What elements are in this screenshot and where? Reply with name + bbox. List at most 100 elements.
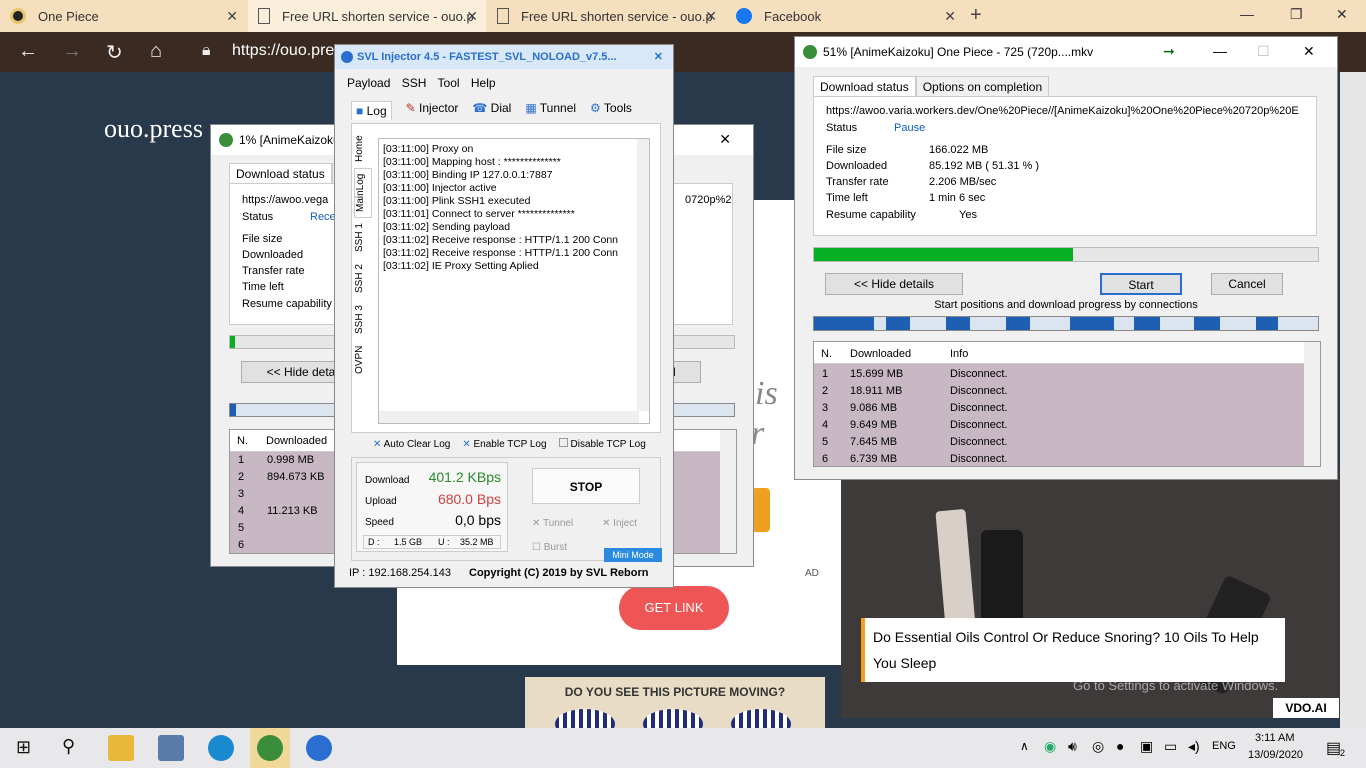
disable-tcp-checkbox[interactable]: Disable TCP Log [558, 438, 646, 450]
close-tab-icon[interactable]: ✕ [466, 8, 478, 25]
maximize-button[interactable]: ☐ [1257, 43, 1270, 60]
network-icon[interactable]: ◉ [1044, 738, 1056, 755]
vtab-ssh-1[interactable]: SSH 1 [354, 218, 372, 258]
tab-download-status[interactable]: Download status [229, 163, 332, 184]
ad-brand: VDO.AI [1273, 698, 1339, 718]
tab-options-on-completion[interactable]: Options on completion [915, 76, 1050, 97]
svl-taskbar-icon[interactable] [306, 735, 332, 761]
windows-start-icon[interactable]: ⊞ [16, 737, 31, 758]
idm-taskbar-icon[interactable] [257, 735, 283, 761]
cell-n: 4 [238, 505, 245, 517]
svl-log-panel: Home MainLog SSH 1 SSH 2 SSH 3 OVPN [03:11:00… [351, 123, 661, 433]
table-row[interactable]: 4 9.649 MB Disconnect. [814, 417, 1320, 434]
log-box[interactable]: [03:11:00] Proxy on [03:11:00] Mapping ho… [378, 138, 650, 424]
table-row[interactable]: 6 6.739 MB Disconnect. [814, 451, 1320, 466]
vtab-ssh-3[interactable]: SSH 3 [354, 300, 372, 340]
log-vscroll[interactable] [637, 139, 649, 411]
language-indicator[interactable]: ENG [1212, 740, 1236, 752]
file-explorer-icon[interactable] [108, 735, 134, 761]
display-icon[interactable]: ▭ [1164, 738, 1177, 755]
clock-date[interactable]: 13/09/2020 [1248, 749, 1303, 761]
tunnel-checkbox[interactable]: ✕ Tunnel [532, 518, 573, 529]
ad-label: AD [805, 568, 819, 579]
tab-one-piece[interactable]: One Piece ✕ [0, 0, 246, 32]
edge-icon[interactable] [208, 735, 234, 761]
tab-download-status[interactable]: Download status [813, 76, 916, 97]
table-row[interactable]: 2 18.911 MB Disconnect. [814, 383, 1320, 400]
clipboard-icon[interactable]: ▣ [1140, 738, 1153, 755]
tab-tools[interactable]: ⚙ Tools [590, 101, 632, 120]
stop-button[interactable]: STOP [532, 468, 640, 504]
hide-details-button[interactable]: << Hide details [825, 273, 963, 295]
vpn-icon[interactable]: ◎ [1092, 738, 1104, 755]
tab-dial[interactable]: ☎ Dial [472, 101, 511, 120]
forward-icon[interactable]: → [62, 40, 82, 63]
mini-mode-button[interactable]: Mini Mode [604, 548, 662, 562]
computer-icon[interactable] [158, 735, 184, 761]
close-button[interactable]: ✕ [1303, 43, 1315, 60]
menu-payload[interactable]: Payload [347, 76, 390, 90]
picture-question-ad[interactable]: DO YOU SEE THIS PICTURE MOVING? [525, 677, 825, 739]
speed-label: Speed [365, 517, 394, 528]
tab-injector[interactable]: ✎ Injector [406, 101, 459, 120]
tab-tunnel[interactable]: ▦ Tunnel [525, 101, 576, 120]
close-button[interactable]: ✕ [654, 45, 663, 69]
start-button[interactable]: Start [1100, 273, 1182, 295]
window-close-button[interactable]: ✕ [1336, 6, 1348, 23]
table-row[interactable]: 1 15.699 MB Disconnect. [814, 366, 1320, 383]
vtab-ssh-2[interactable]: SSH 2 [354, 258, 372, 300]
idm-main-titlebar[interactable]: 51% [AnimeKaizoku] One Piece - 725 (720p… [795, 37, 1337, 67]
url-field[interactable]: https://ouo.pre [232, 42, 334, 60]
svl-titlebar[interactable]: SVL Injector 4.5 - FASTEST_SVL_NOLOAD_v7… [335, 45, 673, 69]
svl-stats-panel: Download 401.2 KBps Upload 680.0 Bps Spe… [351, 457, 662, 562]
tab-log[interactable]: ■ Log [351, 101, 392, 120]
refresh-icon[interactable]: ↻ [106, 40, 123, 65]
search-icon[interactable]: ⚲ [62, 736, 75, 757]
enable-tcp-checkbox[interactable]: ✕ Enable TCP Log [462, 439, 546, 450]
file-size-label: File size [242, 233, 283, 245]
ad-button-fragment[interactable] [752, 488, 770, 532]
menu-ssh[interactable]: SSH [402, 76, 427, 90]
vtab-ovpn[interactable]: OVPN [354, 340, 372, 380]
vtab-mainlog[interactable]: MainLog [354, 168, 372, 218]
new-tab-button[interactable]: + [970, 4, 982, 27]
table-row[interactable]: 5 7.645 MB Disconnect. [814, 434, 1320, 451]
close-icon[interactable]: ✕ [719, 131, 731, 148]
menu-help[interactable]: Help [471, 76, 496, 90]
volume-icon[interactable]: 🔊︎ [1068, 738, 1077, 755]
menu-tool[interactable]: Tool [438, 76, 460, 90]
window-minimize-button[interactable]: — [1240, 6, 1254, 22]
inject-checkbox[interactable]: ✕ Inject [602, 518, 637, 529]
table-row[interactable]: 3 9.086 MB Disconnect. [814, 400, 1320, 417]
close-tab-icon[interactable]: ✕ [705, 8, 717, 25]
tab-facebook[interactable]: Facebook ✕ [726, 0, 964, 32]
cancel-button[interactable]: Cancel [1211, 273, 1283, 295]
upload-label: Upload [365, 496, 397, 507]
burst-checkbox[interactable]: ☐ Burst [532, 542, 567, 553]
app-tray-icon[interactable]: ● [1116, 738, 1124, 754]
window-restore-button[interactable]: ❐ [1290, 6, 1303, 23]
home-icon[interactable]: ⌂ [150, 40, 162, 63]
get-link-button[interactable]: GET LINK [619, 586, 729, 630]
table-scrollbar[interactable] [1304, 342, 1320, 466]
table-scrollbar[interactable] [720, 430, 736, 553]
auto-clear-checkbox[interactable]: ✕ Auto Clear Log [373, 439, 450, 450]
close-tab-icon[interactable]: ✕ [226, 8, 238, 25]
notification-icon[interactable]: ▤ [1326, 738, 1341, 758]
log-hscroll[interactable] [379, 411, 639, 423]
speaker-icon[interactable]: ◂) [1188, 738, 1200, 755]
svl-app-icon [341, 51, 353, 63]
ad-image[interactable]: Do Essential Oils Control Or Reduce Snor… [841, 470, 1340, 718]
close-tab-icon[interactable]: ✕ [944, 8, 956, 25]
site-logo[interactable]: ouo.press [104, 114, 203, 144]
clock-time[interactable]: 3:11 AM [1255, 732, 1295, 744]
vtab-home[interactable]: Home [354, 130, 372, 168]
minimize-button[interactable]: — [1213, 43, 1227, 59]
chevron-up-icon[interactable]: ∧ [1020, 739, 1029, 753]
page-scrollbar[interactable] [1340, 72, 1366, 728]
cell-downloaded: 894.673 KB [267, 471, 325, 483]
download-label: Download [365, 475, 410, 486]
back-icon[interactable]: ← [18, 40, 38, 63]
tab-ouo-1[interactable]: Free URL shorten service - ouo.p ✕ [248, 0, 486, 32]
tab-ouo-2[interactable]: Free URL shorten service - ouo.p ✕ [487, 0, 725, 32]
